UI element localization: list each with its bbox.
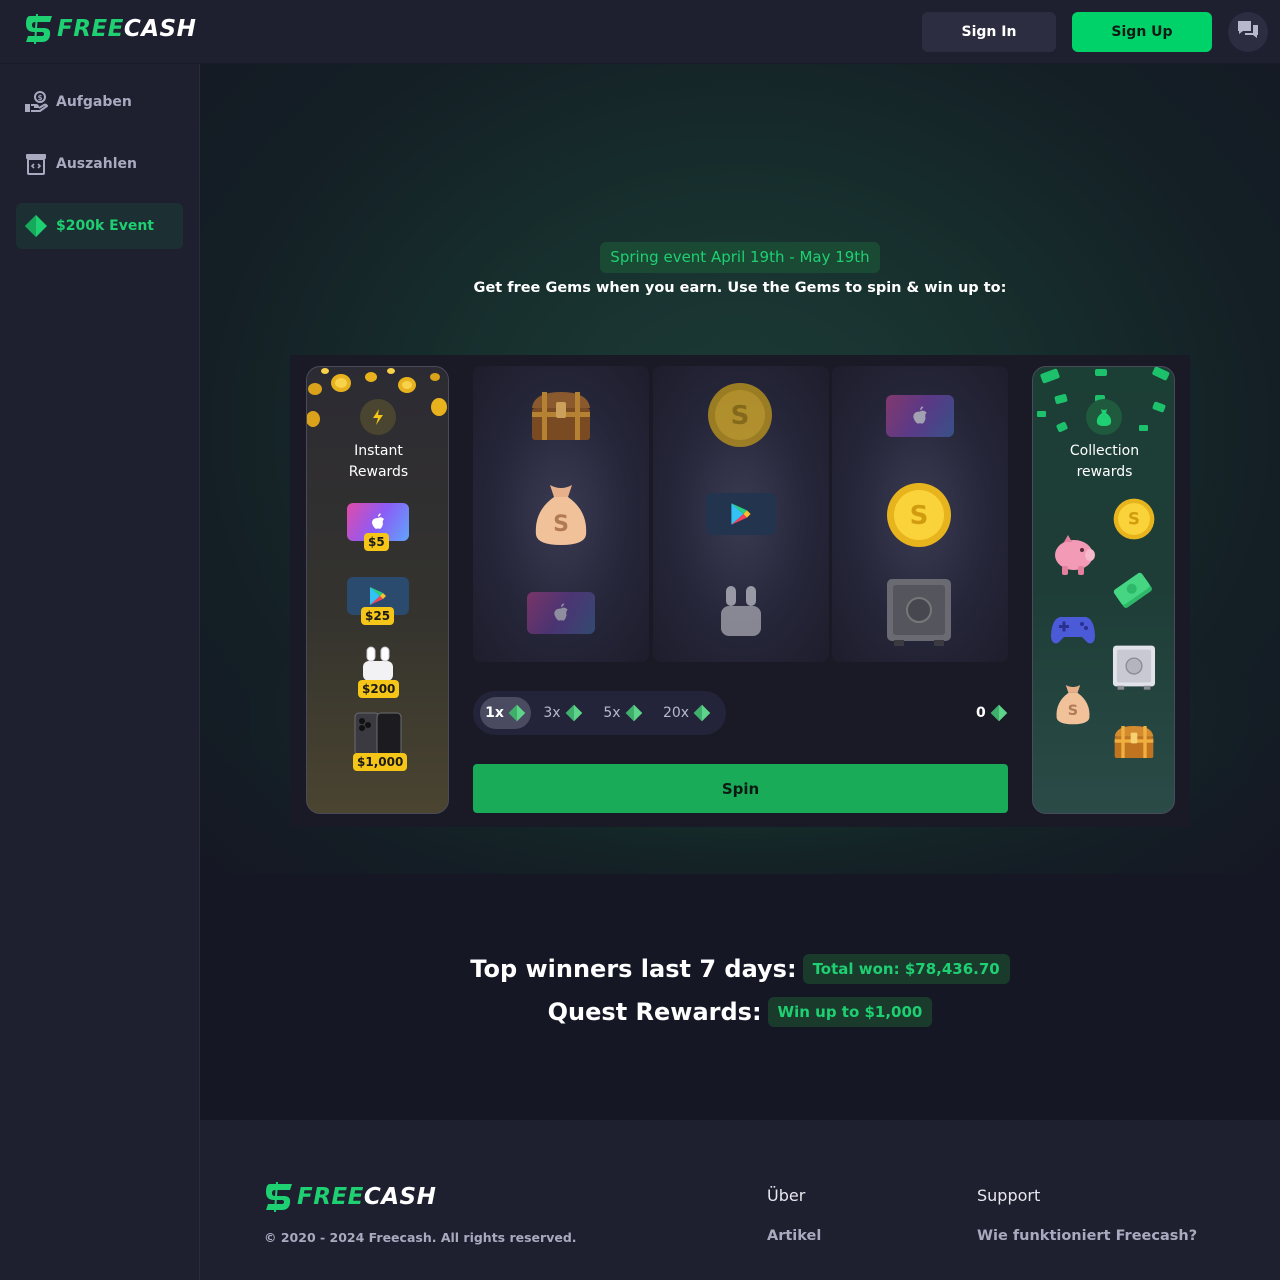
sidebar-item-label: $200k Event [56,218,154,234]
footer: FREECASH © 2020 - 2024 Freecash. All rig… [200,1120,1280,1280]
footer-col-uber-heading: Über [767,1186,806,1205]
safe-icon [1112,645,1156,690]
sidebar-item-label: Auszahlen [56,156,137,172]
slot-machine: Instant Rewards $5 $25 $200 $1,000 S S S… [290,355,1190,827]
airpods-icon [359,643,397,683]
sidebar: $ Aufgaben Auszahlen $200k Event [0,64,200,1280]
collection-rewards-title: Collection rewards [1033,441,1174,483]
prize-price: $5 [364,533,389,551]
sidebar-item-200k-event[interactable]: $200k Event [16,203,183,249]
instant-rewards-title-line2: Rewards [348,464,409,480]
svg-text:S: S [553,512,569,537]
multiplier-1x-button[interactable]: 1x [480,697,531,729]
gold-coin-icon: S [887,483,951,547]
sidebar-item-aufgaben[interactable]: $ Aufgaben [16,79,183,125]
sidebar-item-label: Aufgaben [56,94,132,110]
treasure-chest-icon [1114,726,1154,758]
gem-icon [24,214,48,238]
chat-icon [1237,20,1259,44]
gem-icon [565,704,582,722]
iphone-icon [353,711,403,755]
multiplier-selector: 1x 3x 5x 20x [473,691,726,735]
freecash-logo[interactable]: FREECASH [24,14,196,44]
quest-rewards-row: Quest Rewards: Win up to $1,000 [200,997,1280,1027]
logo-wordmark: FREECASH [57,14,196,44]
svg-text:$: $ [38,94,43,102]
top-bar: FREECASH Sign In Sign Up [0,0,1280,64]
reel-3: S [832,366,1008,662]
sidebar-item-auszahlen[interactable]: Auszahlen [16,141,183,187]
svg-text:S: S [1128,510,1140,529]
svg-text:S: S [910,501,929,531]
instant-rewards-title-line1: Instant [354,443,403,459]
winners-section: Top winners last 7 days: Total won: $78,… [200,874,1280,1120]
logo-free: FREE [297,1184,364,1210]
apple-gift-card-icon [527,592,595,634]
hand-coin-icon: $ [24,90,48,114]
chat-button[interactable] [1228,12,1268,52]
gem-icon [693,704,711,722]
footer-logo[interactable]: FREECASH [264,1182,436,1212]
top-winners-row: Top winners last 7 days: Total won: $78,… [200,954,1280,984]
footer-col-support-heading: Support [977,1186,1041,1205]
multiplier-5x-button[interactable]: 5x [597,697,649,729]
gem-icon [990,704,1007,722]
logo-free: FREE [57,16,124,42]
logo-cash: CASH [123,16,197,42]
multiplier-3x-button[interactable]: 3x [537,697,589,729]
reel-2: S [653,366,829,662]
safe-icon [887,579,951,646]
money-bag-icon: S [1056,685,1090,725]
footer-logo-wordmark: FREECASH [297,1182,436,1212]
treasure-chest-icon [532,392,590,440]
event-date-badge: Spring event April 19th - May 19th [600,242,880,273]
money-bag-icon: S [535,485,587,545]
logo-cash: CASH [363,1184,437,1210]
quest-rewards-title: Quest Rewards: [547,998,762,1026]
gem-balance: 0 [976,703,1008,723]
svg-text:S: S [1068,703,1078,719]
reel-1: S [473,366,649,662]
top-winners-title: Top winners last 7 days: [470,955,797,983]
google-play-card-icon [706,493,776,535]
multiplier-label: 5x [603,705,621,721]
freecash-logo-icon [24,14,56,44]
airpods-icon [721,586,761,636]
instant-rewards-panel: Instant Rewards $5 $25 $200 $1,000 [306,366,449,814]
piggy-bank-icon [1055,535,1095,575]
freecash-logo-icon [266,1182,292,1212]
prize-price: $1,000 [353,753,408,771]
instant-rewards-title: Instant Rewards [307,441,448,483]
prize-price: $25 [361,607,395,625]
footer-link-how-it-works[interactable]: Wie funktioniert Freecash? [977,1228,1197,1244]
footer-link-artikel[interactable]: Artikel [767,1228,821,1244]
spin-button[interactable]: Spin [473,764,1008,813]
gem-icon [625,704,642,722]
gamepad-icon [1051,617,1095,644]
cashout-icon [24,152,48,176]
svg-text:S: S [731,401,750,431]
gold-coin-icon: S [708,383,772,447]
lightning-icon [360,399,396,435]
multiplier-20x-button[interactable]: 20x [657,697,717,729]
multiplier-label: 3x [543,705,561,721]
prize-price: $200 [358,680,400,698]
quest-rewards-badge: Win up to $1,000 [767,997,933,1027]
total-won-badge: Total won: $78,436.70 [802,954,1010,984]
apple-gift-card-icon [886,395,954,437]
multiplier-label: 20x [662,705,690,721]
sign-up-button[interactable]: Sign Up [1072,12,1212,52]
gem-icon [508,704,526,722]
hero-subtitle: Get free Gems when you earn. Use the Gem… [473,280,1007,296]
collection-rewards-panel: Collection rewards S S [1032,366,1175,814]
copyright-text: © 2020 - 2024 Freecash. All rights reser… [264,1230,577,1245]
collection-rewards-title-line1: Collection [1069,443,1140,459]
multiplier-label: 1x [485,705,504,721]
collection-rewards-title-line2: rewards [1076,464,1133,480]
gold-coin-icon: S [1113,498,1155,540]
money-bag-icon [1086,399,1122,435]
sign-in-button[interactable]: Sign In [922,12,1056,52]
gem-balance-value: 0 [976,705,986,721]
cash-stack-icon [1113,572,1152,608]
